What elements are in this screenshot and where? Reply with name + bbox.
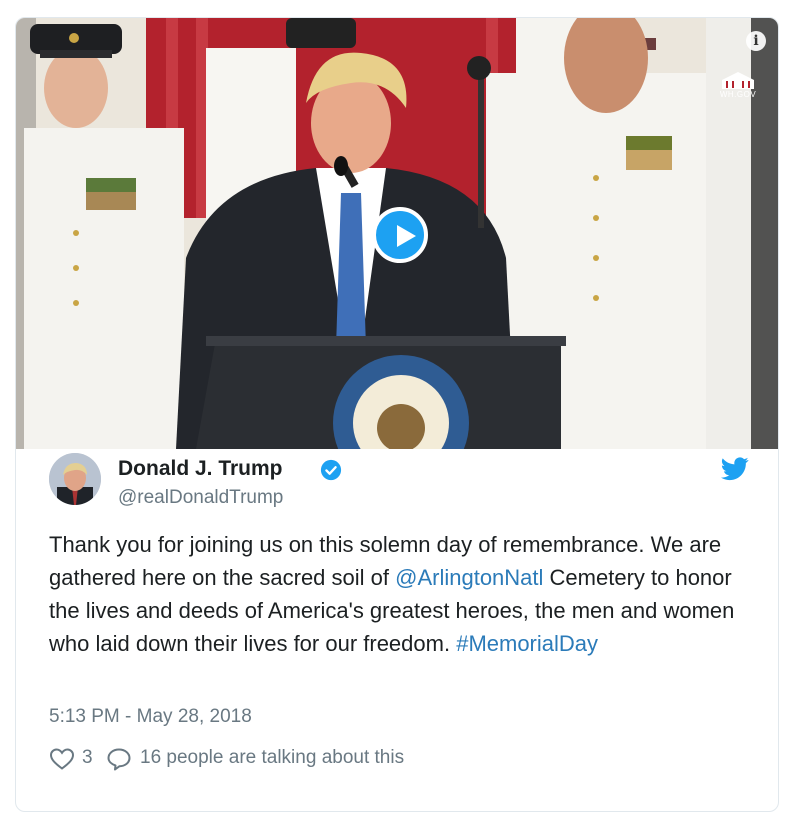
talking-about-link[interactable]: 16 people are talking about this [140, 747, 404, 769]
verified-badge-icon [320, 459, 342, 481]
video-player[interactable]: i WH.GOV [16, 18, 778, 449]
avatar-image [49, 453, 101, 505]
hashtag-link[interactable]: #MemorialDay [456, 631, 598, 656]
tweet-timestamp[interactable]: 5:13 PM - May 28, 2018 [49, 706, 252, 728]
avatar[interactable] [49, 453, 101, 505]
embedded-tweet-card[interactable]: i WH.GOV Donald J. Trump @realDonaldTrum… [15, 17, 779, 812]
info-icon[interactable]: i [746, 31, 766, 51]
watermark-text: WH.GOV [719, 90, 757, 99]
play-icon[interactable] [372, 207, 428, 263]
tweet-text: Thank you for joining us on this solemn … [49, 528, 749, 660]
author-handle[interactable]: @realDonaldTrump [118, 487, 283, 509]
author-name[interactable]: Donald J. Trump [118, 457, 283, 481]
tweet-header: Donald J. Trump @realDonaldTrump [49, 453, 749, 513]
like-count[interactable]: 3 [82, 747, 93, 769]
twitter-bird-icon[interactable] [721, 457, 749, 481]
white-house-icon [722, 72, 754, 89]
reply-bubble-icon[interactable] [106, 747, 132, 771]
wh-gov-watermark: WH.GOV [716, 70, 760, 104]
heart-icon[interactable] [49, 747, 75, 771]
mention-link[interactable]: @ArlingtonNatl [395, 565, 543, 590]
